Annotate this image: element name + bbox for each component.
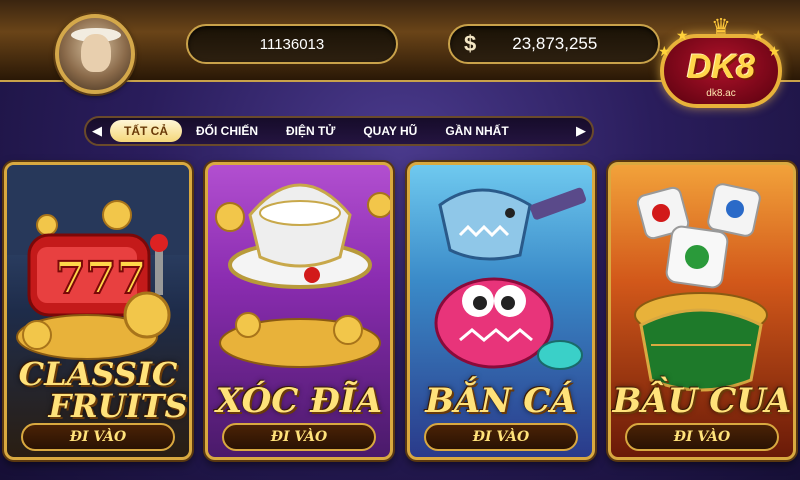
avatar-face [81, 34, 111, 72]
game-card-classic-fruits[interactable]: 777 CLASSIC FRUITS ĐI VÀO [4, 162, 192, 460]
nav-tabs: TẤT CẢ ĐỐI CHIẾN ĐIỆN TỬ QUAY HŨ GẦN NHẤ… [108, 120, 570, 142]
star-icon: ★ [676, 28, 689, 44]
game-card-bau-cua[interactable]: BẦU CUA ĐI VÀO [608, 162, 796, 460]
enter-button[interactable]: ĐI VÀO [222, 423, 376, 451]
game-title: XÓC ĐĨA [215, 381, 383, 421]
tab-versus[interactable]: ĐỐI CHIẾN [182, 120, 272, 142]
tab-jackpot[interactable]: QUAY HŨ [349, 120, 431, 142]
game-title: BẮN CÁ [425, 381, 577, 421]
category-nav: ◀ TẤT CẢ ĐỐI CHIẾN ĐIỆN TỬ QUAY HŨ GẦN N… [84, 116, 594, 146]
game-card-xoc-dia[interactable]: XÓC ĐĨA ĐI VÀO [205, 162, 393, 460]
crown-icon: ♛ [711, 15, 731, 40]
tab-recent[interactable]: GẦN NHẤT [431, 120, 522, 142]
game-title: BẦU CUA [612, 381, 792, 421]
nav-right-arrow-icon[interactable]: ▶ [570, 118, 592, 144]
game-title-line2: FRUITS [48, 387, 188, 425]
star-icon: ★ [752, 28, 765, 44]
user-id-text: 11136013 [259, 35, 325, 53]
balance-display: $ 23,873,255 [448, 24, 660, 64]
brand-logo: ♛ ★ ★ ★ ★ DK8 dk8.ac [656, 14, 786, 114]
nav-left-arrow-icon[interactable]: ◀ [86, 118, 108, 144]
user-id-display: 11136013 [186, 24, 398, 64]
game-card-ban-ca[interactable]: BẮN CÁ ĐI VÀO [407, 162, 595, 460]
dollar-icon: $ [464, 31, 477, 56]
balance-text: 23,873,255 [512, 34, 598, 53]
enter-button[interactable]: ĐI VÀO [424, 423, 578, 451]
enter-button[interactable]: ĐI VÀO [625, 423, 779, 451]
logo-text: DK8 [686, 48, 756, 86]
logo-domain: dk8.ac [706, 88, 736, 99]
enter-button[interactable]: ĐI VÀO [21, 423, 175, 451]
player-avatar[interactable] [55, 14, 135, 94]
tab-electronic[interactable]: ĐIỆN TỬ [272, 120, 349, 142]
tab-all[interactable]: TẤT CẢ [110, 120, 182, 142]
